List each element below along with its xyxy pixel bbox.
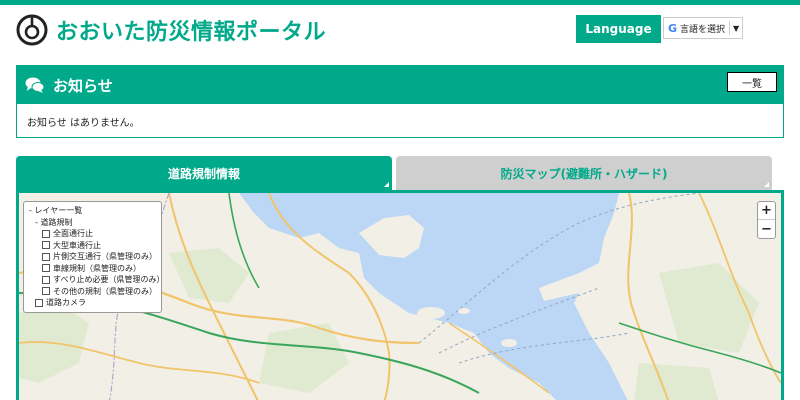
layer-panel: - レイヤー一覧 - 道路規制 全面通行止 大型車通行止 片側交互通行（県管理の…	[23, 201, 164, 313]
layer-item-label: 片側交互通行（県管理のみ）	[53, 252, 157, 261]
notice-list-button[interactable]: 一覧	[727, 72, 777, 92]
layer-group-label: 道路規制	[40, 217, 73, 227]
language-button[interactable]: Language	[576, 15, 661, 43]
oita-prefecture-logo[interactable]	[16, 14, 48, 46]
layer-group-road-regulation[interactable]: - 道路規制	[29, 217, 156, 229]
layer-checkbox[interactable]	[42, 241, 50, 250]
tab-disaster-map-label: 防災マップ(避難所・ハザード)	[500, 166, 668, 181]
notice-header: お知らせ 一覧	[17, 66, 783, 104]
layer-checkbox[interactable]	[42, 264, 50, 273]
layer-item-label: 全面通行止	[53, 229, 93, 238]
google-icon: G	[668, 21, 678, 35]
layer-root-label: レイヤー一覧	[34, 206, 83, 215]
layer-item[interactable]: すべり止め必要（県管理のみ）	[29, 274, 164, 286]
layer-item[interactable]: 片側交互通行（県管理のみ）	[29, 251, 157, 263]
layer-item-label: すべり止め必要（県管理のみ）	[53, 275, 165, 284]
layer-checkbox[interactable]	[42, 229, 50, 238]
layer-item-label: 車線規制（県管理のみ）	[53, 263, 141, 273]
layer-checkbox[interactable]	[42, 275, 50, 284]
tab-corner-marker	[384, 182, 389, 187]
zoom-out-button[interactable]: −	[758, 220, 775, 238]
layer-item[interactable]: 車線規制（県管理のみ）	[29, 263, 156, 275]
layer-checkbox[interactable]	[42, 287, 50, 296]
layer-item-label: 大型車通行止	[53, 240, 101, 250]
top-accent-bar	[0, 0, 800, 5]
layer-checkbox[interactable]	[42, 252, 50, 261]
layer-root[interactable]: - レイヤー一覧	[29, 205, 156, 217]
layer-checkbox[interactable]	[35, 298, 43, 307]
layer-item[interactable]: 大型車通行止	[29, 240, 156, 252]
layer-item[interactable]: 全面通行止	[29, 228, 156, 240]
translate-select[interactable]: G 言語を選択 ▼	[663, 17, 743, 39]
translate-select-label: 言語を選択	[680, 24, 726, 35]
tab-road-regulation[interactable]: 道路規制情報	[16, 156, 392, 190]
zoom-in-button[interactable]: +	[758, 202, 775, 220]
notice-body: お知らせ はありません。	[27, 118, 140, 129]
chat-bubble-icon	[25, 77, 45, 93]
tab-road-regulation-label: 道路規制情報	[167, 166, 240, 181]
tab-corner-marker	[764, 182, 769, 187]
tab-disaster-map[interactable]: 防災マップ(避難所・ハザード)	[396, 156, 772, 190]
map-zoom-control: + −	[757, 201, 776, 239]
layer-item-label: その他の規制（県管理のみ）	[53, 286, 157, 296]
translate-divider	[729, 21, 731, 35]
layer-item-label: 道路カメラ	[46, 298, 86, 307]
notice-panel: お知らせ 一覧 お知らせ はありません。	[16, 65, 784, 138]
layer-item-road-camera[interactable]: 道路カメラ	[29, 297, 156, 309]
dropdown-arrow-icon: ▼	[733, 23, 740, 33]
layer-item[interactable]: その他の規制（県管理のみ）	[29, 286, 157, 298]
notice-title: お知らせ	[53, 76, 113, 95]
site-title[interactable]: おおいた防災情報ポータル	[56, 14, 326, 46]
